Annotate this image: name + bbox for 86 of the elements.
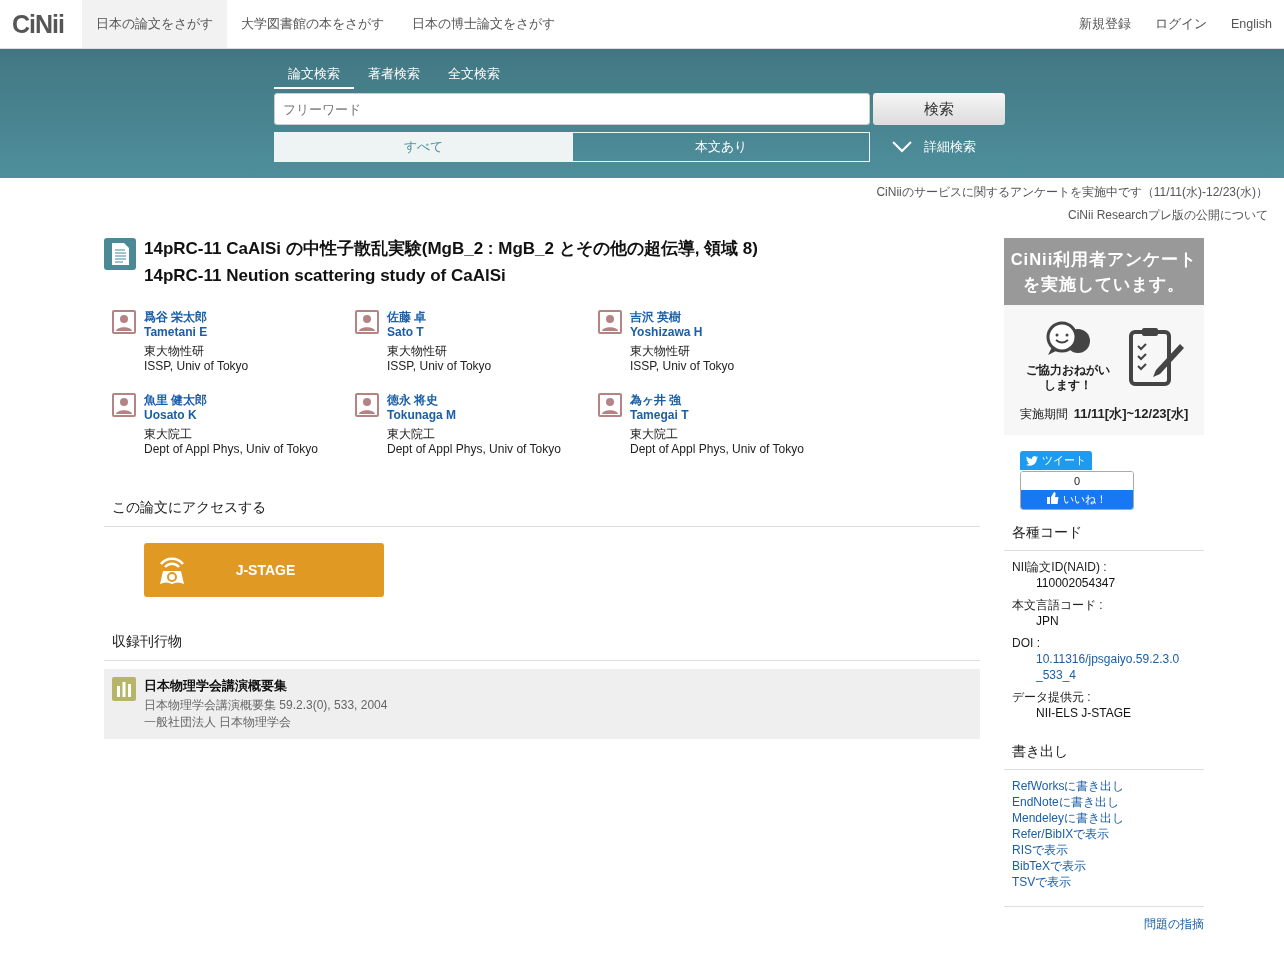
section-heading: 書き出し	[1004, 743, 1204, 770]
author-name-romanized[interactable]: Tametani E	[144, 325, 249, 340]
chevron-down-icon	[892, 141, 912, 153]
export-link[interactable]: EndNoteに書き出し	[1012, 794, 1196, 810]
affiliation-english: Dept of Appl Phys, Univ of Tokyo	[630, 442, 804, 457]
export-link[interactable]: Refer/BibIXで表示	[1012, 826, 1196, 842]
section-heading: この論文にアクセスする	[104, 499, 980, 527]
clipboard-pen-icon	[1128, 326, 1186, 388]
search-button[interactable]: 検索	[873, 93, 1005, 125]
bird-icon	[1026, 455, 1038, 466]
export-link[interactable]: RISで表示	[1012, 842, 1196, 858]
avatar-icon	[598, 310, 622, 334]
nav-tab[interactable]: 大学図書館の本をさがす	[226, 0, 398, 48]
author-name-romanized[interactable]: Uosato K	[144, 408, 318, 423]
advanced-search-link[interactable]: 詳細検索	[924, 138, 976, 156]
affiliation-english: Dept of Appl Phys, Univ of Tokyo	[387, 442, 561, 457]
avatar-icon	[355, 310, 379, 334]
logo[interactable]: CiNii	[0, 0, 82, 48]
affiliation-english: ISSP, Univ of Tokyo	[630, 359, 735, 374]
avatar-icon	[112, 310, 136, 334]
author-name[interactable]: 佐藤 卓	[387, 310, 492, 325]
affiliation: 東大院工	[387, 427, 436, 442]
publication-details: 日本物理学会講演概要集 59.2.3(0), 533, 2004	[144, 697, 388, 714]
notice-link[interactable]: CiNii Researchプレ版の公開について	[1067, 207, 1268, 224]
search-tab[interactable]: 全文検索	[434, 64, 514, 89]
code-value: NII-ELS J-STAGE	[1035, 705, 1133, 721]
publication-title[interactable]: 日本物理学会講演概要集	[144, 677, 388, 694]
author-name[interactable]: 魚里 健太郎	[144, 393, 318, 408]
affiliation: 東大物性研	[630, 344, 691, 359]
banner-title: を実施しています。	[1023, 274, 1185, 296]
author-name-romanized[interactable]: Tokunaga M	[387, 408, 561, 423]
like-button[interactable]: いいね！	[1021, 490, 1133, 509]
search-tab[interactable]: 論文検索	[274, 64, 354, 89]
author-name-romanized[interactable]: Sato T	[387, 325, 492, 340]
avatar-icon	[112, 393, 136, 417]
search-tab[interactable]: 著者検索	[354, 64, 434, 89]
notice-link[interactable]: CiNiiのサービスに関するアンケートを実施中です（11/11(水)-12/23(水)）	[876, 184, 1268, 201]
author-name-romanized[interactable]: Tamegai T	[630, 408, 804, 423]
header-link[interactable]: 新規登録	[1067, 0, 1143, 48]
publisher: 一般社団法人 日本物理学会	[144, 714, 293, 731]
bar-chart-icon	[112, 677, 136, 701]
document-icon	[104, 238, 136, 270]
survey-banner[interactable]: CiNii利用者アンケート を実施しています。 ご協力おねがい します！ 実施期間 11/11[水]~12/23[水]	[1004, 238, 1204, 435]
search-field[interactable]: フリーワード	[274, 93, 870, 125]
thumbs-up-icon	[1047, 492, 1059, 504]
export-link[interactable]: Mendeleyに書き出し	[1012, 810, 1196, 826]
avatar-icon	[598, 393, 622, 417]
affiliation: 東大院工	[144, 427, 193, 442]
affiliation: 東大物性研	[387, 344, 448, 359]
affiliation: 東大物性研	[144, 344, 205, 359]
code-label: データ提供元 :	[1012, 689, 1092, 705]
affiliation-english: ISSP, Univ of Tokyo	[387, 359, 492, 374]
affiliation: 東大院工	[630, 427, 679, 442]
doi-link[interactable]: _533_4	[1012, 667, 1196, 683]
code-label: 本文言語コード :	[1012, 597, 1104, 613]
nav-tab[interactable]: 日本の論文をさがす	[81, 0, 227, 48]
filter-toggle[interactable]: 本文あり	[572, 132, 870, 162]
article-title-english: 14pRC-11 Neution scattering study of CaAlSi	[144, 265, 507, 286]
header-link[interactable]: ログイン	[1143, 0, 1219, 48]
report-link[interactable]: 問題の指摘	[1144, 916, 1204, 933]
code-label: DOI :	[1012, 635, 1041, 651]
author-name[interactable]: 為ヶ井 強	[630, 393, 804, 408]
affiliation-english: ISSP, Univ of Tokyo	[144, 359, 249, 374]
author-name[interactable]: 爲谷 栄太郎	[144, 310, 249, 325]
author-name[interactable]: 吉沢 英樹	[630, 310, 735, 325]
period-dates: 11/11[水]~12/23[水]	[1073, 405, 1189, 423]
code-value: JPN	[1035, 613, 1060, 629]
banner-caption: ご協力おねがい します！	[1025, 363, 1111, 393]
period-label: 実施期間	[1019, 406, 1068, 423]
code-label: NII論文ID(NAID) :	[1012, 559, 1108, 575]
banner-title: CiNii利用者アンケート	[1010, 249, 1198, 270]
affiliation-english: Dept of Appl Phys, Univ of Tokyo	[144, 442, 318, 457]
section-heading: 収録刊行物	[104, 633, 980, 661]
nav-tab[interactable]: 日本の博士論文をさがす	[397, 0, 569, 48]
export-link[interactable]: BibTeXで表示	[1012, 858, 1196, 874]
author-name-romanized[interactable]: Yoshizawa H	[630, 325, 735, 340]
section-heading: 各種コード	[1004, 524, 1204, 551]
export-link[interactable]: TSVで表示	[1012, 874, 1196, 890]
code-value: 110002054347	[1035, 575, 1117, 591]
avatar-icon	[355, 393, 379, 417]
author-name[interactable]: 徳永 将史	[387, 393, 561, 408]
export-link[interactable]: RefWorksに書き出し	[1012, 778, 1196, 794]
ebook-icon	[157, 554, 187, 586]
doi-link[interactable]: 10.11316/jpsgaiyo.59.2.3.0	[1012, 651, 1196, 667]
article-title: 14pRC-11 CaAlSi の中性子散乱実験(MgB_2 : MgB_2 とその他の超伝導, 領域 8)	[144, 238, 758, 259]
header-link[interactable]: English	[1219, 0, 1284, 48]
